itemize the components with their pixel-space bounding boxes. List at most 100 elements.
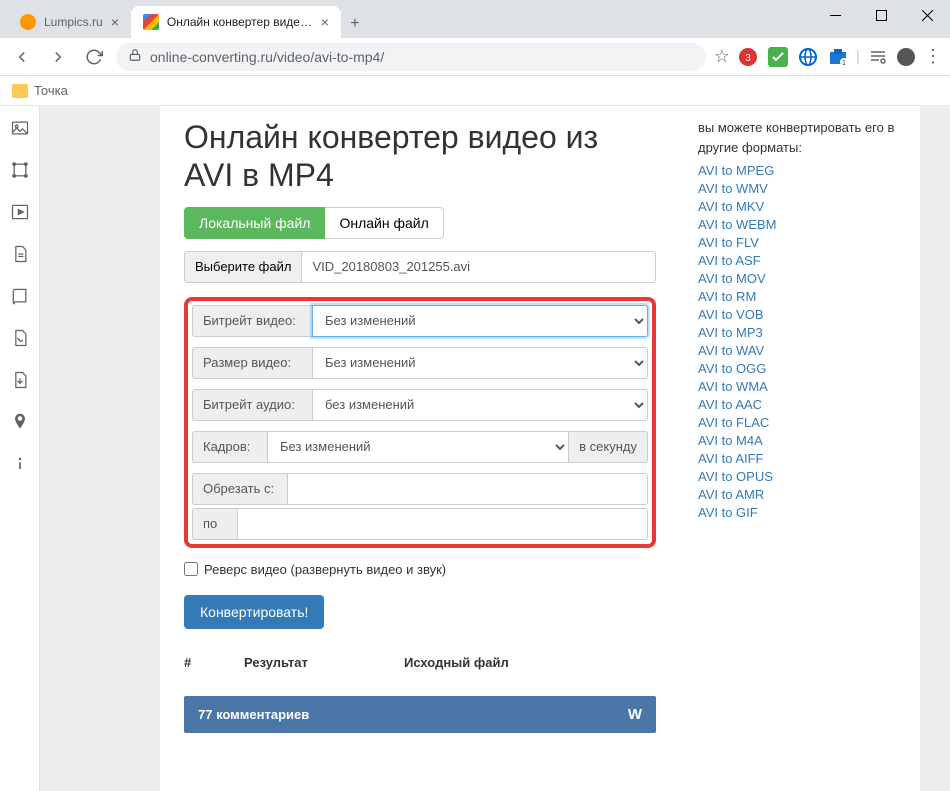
format-link[interactable]: AVI to FLAC <box>698 415 769 430</box>
tab-title: Онлайн конвертер видео из AV <box>167 15 313 29</box>
format-link[interactable]: AVI to M4A <box>698 433 763 448</box>
bookmark-folder[interactable]: Точка <box>34 83 68 98</box>
format-link[interactable]: AVI to OPUS <box>698 469 773 484</box>
format-link[interactable]: AVI to WAV <box>698 343 764 358</box>
side-image-icon[interactable] <box>8 116 32 140</box>
comments-count: 77 комментариев <box>198 707 309 722</box>
extensions: 3 1 <box>738 47 848 67</box>
minimize-button[interactable] <box>812 0 858 30</box>
address-bar[interactable]: online-converting.ru/video/avi-to-mp4/ <box>116 43 706 71</box>
reverse-video-checkbox[interactable] <box>184 562 198 576</box>
convert-button[interactable]: Конвертировать! <box>184 595 324 629</box>
browser-menu-button[interactable]: ⋮ <box>924 46 942 67</box>
format-link[interactable]: AVI to MPEG <box>698 163 774 178</box>
bitrate-audio-label: Битрейт аудио: <box>192 389 312 421</box>
format-link[interactable]: AVI to OGG <box>698 361 766 376</box>
close-icon[interactable]: × <box>321 14 329 30</box>
bookmark-star-icon[interactable]: ☆ <box>714 46 730 67</box>
lock-icon <box>128 48 142 65</box>
source-tabs: Локальный файл Онлайн файл <box>184 207 656 239</box>
ext-check-icon[interactable] <box>768 47 788 67</box>
side-arrow-doc-icon[interactable] <box>8 368 32 392</box>
ext-avatar-icon[interactable] <box>896 47 916 67</box>
svg-text:1: 1 <box>842 60 846 67</box>
cut-from-input[interactable] <box>287 473 648 505</box>
frames-select[interactable]: Без изменений <box>267 431 569 463</box>
format-link[interactable]: AVI to WEBM <box>698 217 777 232</box>
file-name-display: VID_20180803_201255.avi <box>302 252 480 282</box>
format-link[interactable]: AVI to GIF <box>698 505 758 520</box>
format-link[interactable]: AVI to VOB <box>698 307 764 322</box>
settings-highlight: Битрейт видео: Без изменений Размер виде… <box>184 297 656 548</box>
format-link[interactable]: AVI to WMV <box>698 181 768 196</box>
size-video-label: Размер видео: <box>192 347 312 379</box>
side-pin-icon[interactable] <box>8 410 32 434</box>
maximize-button[interactable] <box>858 0 904 30</box>
browser-titlebar: Lumpics.ru × Онлайн конвертер видео из A… <box>0 0 950 38</box>
vk-icon: W <box>628 706 642 723</box>
col-result: Результат <box>244 655 364 670</box>
page-content: Онлайн конвертер видео из AVI в MP4 Лока… <box>40 106 950 791</box>
bitrate-audio-select[interactable]: без изменений <box>312 389 648 421</box>
url-text: online-converting.ru/video/avi-to-mp4/ <box>150 49 384 65</box>
favicon-icon <box>143 14 159 30</box>
forward-button[interactable] <box>44 43 72 71</box>
browser-tab-lumpics[interactable]: Lumpics.ru × <box>8 6 131 38</box>
ext-opera-icon[interactable]: 3 <box>738 47 758 67</box>
format-link[interactable]: AVI to WMA <box>698 379 768 394</box>
side-info-icon[interactable] <box>8 452 32 476</box>
side-crop-icon[interactable] <box>8 158 32 182</box>
ext-reader-icon[interactable] <box>868 47 888 67</box>
bitrate-video-label: Битрейт видео: <box>192 305 312 337</box>
new-tab-button[interactable]: + <box>341 10 369 38</box>
reverse-video-row[interactable]: Реверс видео (развернуть видео и звук) <box>184 562 656 577</box>
browser-tab-converter[interactable]: Онлайн конвертер видео из AV × <box>131 6 341 38</box>
format-link[interactable]: AVI to MP3 <box>698 325 763 340</box>
cut-to-input[interactable] <box>237 508 648 540</box>
side-video-icon[interactable] <box>8 200 32 224</box>
col-number: # <box>184 655 204 670</box>
frames-suffix: в секунду <box>569 431 648 463</box>
page-title: Онлайн конвертер видео из AVI в MP4 <box>184 118 656 195</box>
cut-from-label: Обрезать с: <box>192 473 287 505</box>
close-window-button[interactable] <box>904 0 950 30</box>
back-button[interactable] <box>8 43 36 71</box>
choose-file-button[interactable]: Выберите файл <box>185 252 302 282</box>
side-audio-icon[interactable] <box>8 326 32 350</box>
tab-title: Lumpics.ru <box>44 15 103 29</box>
right-column: вы можете конвертировать его в другие фо… <box>680 106 920 791</box>
format-link[interactable]: AVI to AAC <box>698 397 762 412</box>
main-column: Онлайн конвертер видео из AVI в MP4 Лока… <box>160 106 680 791</box>
format-link[interactable]: AVI to FLV <box>698 235 759 250</box>
reverse-video-label: Реверс видео (развернуть видео и звук) <box>204 562 446 577</box>
format-link[interactable]: AVI to RM <box>698 289 756 304</box>
folder-icon <box>12 84 28 98</box>
cut-to-label: по <box>192 508 237 540</box>
favicon-icon <box>20 14 36 30</box>
viewport: Онлайн конвертер видео из AVI в MP4 Лока… <box>0 106 950 791</box>
col-source: Исходный файл <box>404 655 509 670</box>
frames-label: Кадров: <box>192 431 267 463</box>
format-link[interactable]: AVI to ASF <box>698 253 761 268</box>
browser-toolbar: online-converting.ru/video/avi-to-mp4/ ☆… <box>0 38 950 76</box>
format-link[interactable]: AVI to AIFF <box>698 451 764 466</box>
close-icon[interactable]: × <box>111 14 119 30</box>
bookmarks-bar: Точка <box>0 76 950 106</box>
tab-online-file[interactable]: Онлайн файл <box>325 207 443 239</box>
size-video-select[interactable]: Без изменений <box>312 347 648 379</box>
tab-local-file[interactable]: Локальный файл <box>184 207 325 239</box>
reload-button[interactable] <box>80 43 108 71</box>
format-link[interactable]: AVI to MOV <box>698 271 766 286</box>
comments-bar[interactable]: 77 комментариев W <box>184 696 656 733</box>
side-book-icon[interactable] <box>8 284 32 308</box>
right-bg <box>920 106 950 791</box>
ext-box-icon[interactable]: 1 <box>828 47 848 67</box>
format-links-list: AVI to MPEG AVI to WMV AVI to MKV AVI to WE… <box>698 163 902 520</box>
format-link[interactable]: AVI to AMR <box>698 487 764 502</box>
side-doc-icon[interactable] <box>8 242 32 266</box>
left-sidebar <box>0 106 40 791</box>
bitrate-video-select[interactable]: Без изменений <box>312 305 648 337</box>
ext-globe-icon[interactable] <box>798 47 818 67</box>
window-controls <box>812 0 950 30</box>
format-link[interactable]: AVI to MKV <box>698 199 764 214</box>
